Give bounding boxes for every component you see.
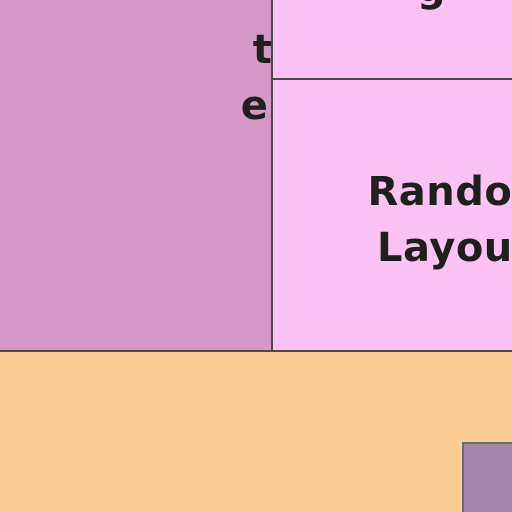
treemap-tile-mauve[interactable] [462,442,512,512]
tile-pink-top-label: g [417,0,446,16]
treemap-tile-pink-top[interactable]: g [271,0,512,80]
treemap-tile-purple[interactable]: ting eme) [0,0,273,352]
treemap-tile-pink-mid[interactable]: Rando Layou [271,78,512,352]
tile-pink-mid-label-line2: Layou [377,225,512,271]
tile-pink-mid-label-line1: Rando [367,169,512,215]
tile-purple-label-line1: ting [252,27,273,73]
tile-pink-mid-label: Rando Layou [367,164,512,276]
tile-purple-label-line2: eme) [240,83,271,129]
treemap-canvas: ting eme) g Rando Layou [0,0,512,512]
treemap-tile-orange[interactable] [0,350,512,512]
tile-purple-label: ting eme) [241,22,273,134]
